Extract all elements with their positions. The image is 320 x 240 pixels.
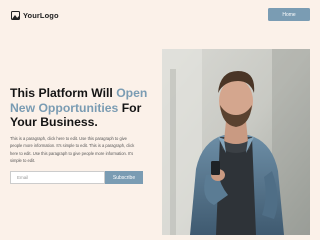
logo-text: YourLogo (23, 10, 59, 20)
home-button[interactable]: Home (268, 8, 310, 21)
logo[interactable]: YourLogo (11, 9, 59, 21)
hero-photo (162, 49, 310, 235)
hero-photo-image (162, 49, 310, 235)
email-input[interactable] (10, 171, 105, 184)
headline-part1: This Platform Will (10, 86, 117, 100)
subscribe-button[interactable]: Subscribe (105, 171, 143, 184)
image-icon (11, 10, 20, 20)
hero-headline: This Platform Will Open New Opportunitie… (10, 86, 160, 130)
hero-paragraph: This is a paragraph, click here to edit.… (10, 136, 135, 163)
